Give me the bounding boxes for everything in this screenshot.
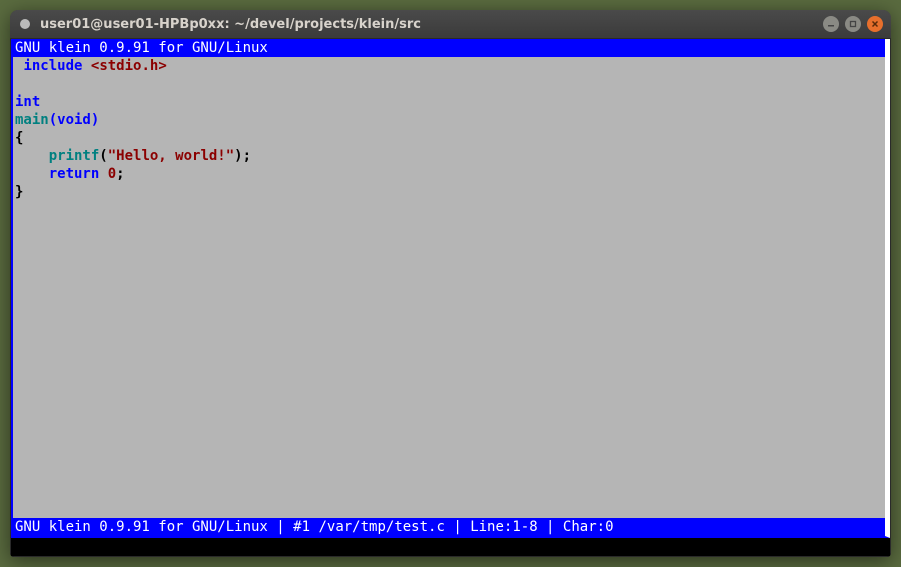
status-buffer: #1 /var/tmp/test.c — [293, 519, 445, 535]
titlebar[interactable]: user01@user01-HPBp0xx: ~/devel/projects/… — [10, 10, 891, 38]
code-token: main — [15, 112, 49, 128]
code-token — [15, 148, 49, 164]
editor-header: GNU klein 0.9.91 for GNU/Linux — [13, 39, 885, 57]
code-token — [82, 58, 90, 74]
editor-statusbar: GNU klein 0.9.91 for GNU/Linux | #1 /var… — [13, 518, 885, 536]
code-token: } — [15, 184, 23, 200]
code-token: printf — [49, 148, 100, 164]
code-token: ( — [99, 148, 107, 164]
code-token: <stdio.h> — [91, 58, 167, 74]
status-app: GNU klein 0.9.91 for GNU/Linux — [15, 519, 268, 535]
code-body[interactable]: include <stdio.h> int main(void) { print… — [13, 57, 885, 518]
code-token — [99, 166, 107, 182]
code-token: "Hello, world!" — [108, 148, 234, 164]
minimize-button[interactable] — [823, 16, 839, 32]
maximize-button[interactable] — [845, 16, 861, 32]
status-line: Line:1-8 — [470, 519, 537, 535]
terminal-icon — [18, 17, 32, 31]
code-token: int — [15, 94, 40, 110]
window-title: user01@user01-HPBp0xx: ~/devel/projects/… — [40, 17, 823, 32]
code-token: return — [49, 166, 100, 182]
window-controls — [823, 16, 883, 32]
code-token: (void) — [49, 112, 100, 128]
code-token: { — [15, 130, 23, 146]
close-button[interactable] — [867, 16, 883, 32]
terminal-body: GNU klein 0.9.91 for GNU/Linux include <… — [10, 38, 891, 557]
code-token: ); — [234, 148, 251, 164]
code-token: 0 — [108, 166, 116, 182]
terminal-window: user01@user01-HPBp0xx: ~/devel/projects/… — [10, 10, 891, 557]
status-char: Char:0 — [563, 519, 614, 535]
editor-area[interactable]: GNU klein 0.9.91 for GNU/Linux include <… — [11, 39, 890, 538]
code-token: ; — [116, 166, 124, 182]
code-token: include — [23, 58, 82, 74]
command-bar[interactable] — [11, 538, 890, 556]
code-token — [15, 166, 49, 182]
